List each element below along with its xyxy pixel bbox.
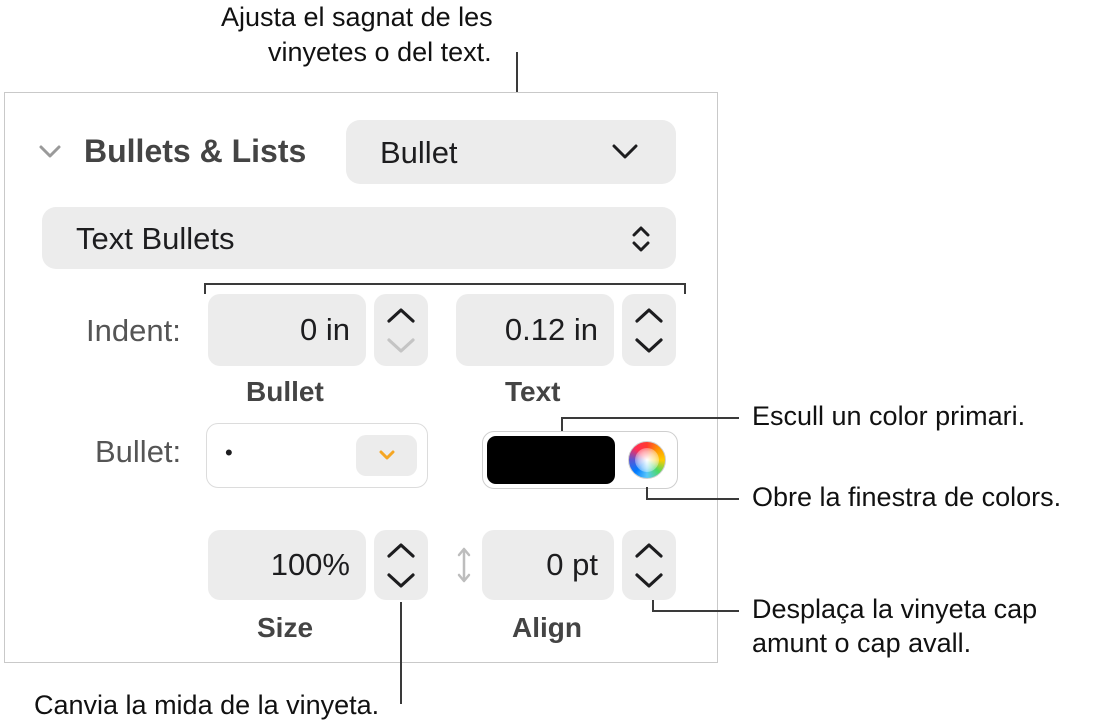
size-leader	[400, 602, 402, 704]
text-indent-stepper[interactable]	[622, 294, 676, 366]
bullet-size-field[interactable]: 100%	[208, 530, 366, 600]
bullet-align-field[interactable]: 0 pt	[482, 530, 614, 600]
size-callout: Canvia la mida de la vinyeta.	[34, 690, 380, 720]
vertical-arrow-icon	[456, 546, 472, 589]
align-leader-v	[652, 600, 654, 612]
stepper-down-icon	[387, 338, 415, 353]
primary-color-swatch[interactable]	[487, 436, 615, 484]
bullet-char-value: •	[225, 440, 233, 465]
text-indent-caption: Text	[505, 376, 561, 407]
color-wheel-icon[interactable]	[628, 441, 666, 479]
bullet-indent-field[interactable]: 0 in	[208, 294, 366, 366]
disclosure-chevron-icon[interactable]	[38, 144, 62, 165]
chevron-down-icon	[379, 450, 395, 460]
stepper-up-icon	[387, 308, 415, 323]
stepper-down-icon	[387, 573, 415, 588]
section-title[interactable]: Bullets & Lists	[84, 133, 306, 170]
color-window-leader-h	[646, 498, 739, 500]
list-style-popup[interactable]: Bullet	[346, 120, 676, 184]
bullet-size-stepper[interactable]	[374, 530, 428, 600]
stepper-up-icon	[387, 543, 415, 558]
size-caption: Size	[257, 612, 314, 643]
indent-callout-line2: vinyetes o del text.	[268, 37, 492, 67]
stepper-down-icon	[635, 338, 663, 353]
primary-color-leader-v	[561, 417, 563, 431]
list-style-value: Bullet	[380, 135, 458, 170]
stepper-down-icon	[635, 573, 663, 588]
bullet-indent-stepper[interactable]	[374, 294, 428, 366]
indent-callout-line1: Ajusta el sagnat de les	[221, 2, 493, 32]
bullet-char-popup-button[interactable]	[356, 435, 417, 476]
stepper-up-icon	[635, 308, 663, 323]
bullet-align-stepper[interactable]	[622, 530, 676, 600]
bullet-type-value: Text Bullets	[76, 221, 235, 256]
align-callout-line2: amunt o cap avall.	[752, 628, 972, 658]
color-window-leader-v	[646, 487, 648, 500]
up-down-chevrons-icon	[630, 225, 652, 258]
primary-color-well[interactable]	[482, 431, 678, 489]
stepper-up-icon	[635, 543, 663, 558]
bullet-label: Bullet:	[95, 434, 182, 469]
bullet-indent-caption: Bullet	[246, 376, 324, 407]
text-indent-field[interactable]: 0.12 in	[456, 294, 614, 366]
bullet-type-popup[interactable]: Text Bullets	[42, 207, 676, 269]
primary-color-callout: Escull un color primari.	[752, 401, 1026, 431]
color-window-callout: Obre la finestra de colors.	[752, 482, 1062, 512]
align-callout-line1: Desplaça la vinyeta cap	[752, 594, 1038, 624]
indent-label: Indent:	[86, 313, 181, 348]
chevron-down-icon	[612, 144, 638, 165]
align-caption: Align	[512, 612, 582, 643]
primary-color-leader-h	[561, 417, 739, 419]
bullet-char-field[interactable]: •	[206, 423, 428, 488]
align-leader-h	[652, 610, 739, 612]
